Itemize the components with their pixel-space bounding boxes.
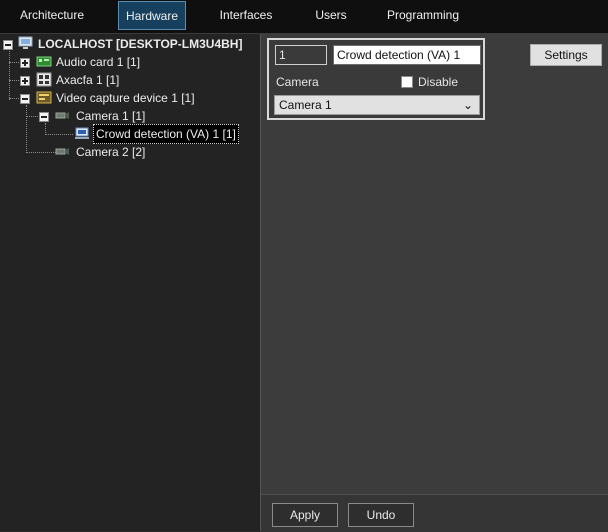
tree-node-label: Camera 2 [2] xyxy=(76,145,146,159)
object-id-field[interactable]: 1 xyxy=(275,45,327,65)
undo-button[interactable]: Undo xyxy=(348,503,414,527)
tree-node-crowd-detection[interactable]: Crowd detection (VA) 1 [1] xyxy=(74,124,254,144)
action-bar: Apply Undo xyxy=(261,494,608,532)
tree-node-camera-2[interactable]: Camera 2 [2] xyxy=(54,143,244,161)
disable-checkbox[interactable] xyxy=(401,76,413,88)
expand-icon[interactable] xyxy=(20,76,30,86)
camera-icon xyxy=(54,144,70,159)
tree-connector xyxy=(26,105,27,153)
tab-architecture[interactable]: Architecture xyxy=(10,1,94,30)
tab-users[interactable]: Users xyxy=(306,1,356,30)
module-icon xyxy=(36,72,52,87)
object-name-field[interactable]: Crowd detection (VA) 1 xyxy=(333,45,481,65)
settings-button[interactable]: Settings xyxy=(530,44,602,66)
tree-connector xyxy=(26,116,40,117)
chevron-down-icon: ⌄ xyxy=(462,98,473,112)
object-settings-box: 1 Crowd detection (VA) 1 Camera Disable … xyxy=(267,38,485,120)
hardware-tree: LOCALHOST [DESKTOP-LM3U4BH] Audio card 1… xyxy=(0,34,261,531)
collapse-icon[interactable] xyxy=(3,40,13,50)
main-tab-bar: Architecture Hardware Interfaces Users P… xyxy=(0,0,608,34)
capture-board-icon xyxy=(36,90,52,105)
collapse-icon[interactable] xyxy=(20,94,30,104)
tree-node-label: Axacfa 1 [1] xyxy=(56,73,120,87)
tree-connector xyxy=(9,49,10,100)
tab-programming[interactable]: Programming xyxy=(384,1,462,30)
expand-icon[interactable] xyxy=(20,58,30,68)
tree-node-axxon[interactable]: Axacfa 1 [1] xyxy=(20,71,250,89)
tree-node-camera-1[interactable]: Camera 1 [1] xyxy=(39,107,249,125)
tree-node-label: Camera 1 [1] xyxy=(76,109,146,123)
disable-label: Disable xyxy=(418,75,459,89)
computer-icon xyxy=(18,36,34,51)
detector-icon xyxy=(74,126,90,141)
properties-panel: 1 Crowd detection (VA) 1 Camera Disable … xyxy=(261,34,608,494)
tree-node-localhost[interactable]: LOCALHOST [DESKTOP-LM3U4BH] xyxy=(3,35,253,53)
tab-hardware[interactable]: Hardware xyxy=(118,1,186,30)
tree-node-label: LOCALHOST [DESKTOP-LM3U4BH] xyxy=(38,37,243,51)
tree-node-label: Audio card 1 [1] xyxy=(56,55,141,69)
apply-button[interactable]: Apply xyxy=(272,503,338,527)
tab-interfaces[interactable]: Interfaces xyxy=(212,1,280,30)
audio-card-icon xyxy=(36,54,52,69)
tree-connector xyxy=(45,134,73,135)
tree-node-label: Video capture device 1 [1] xyxy=(56,91,195,105)
camera-select[interactable]: Camera 1 ⌄ xyxy=(274,95,480,115)
tree-node-video-capture-device[interactable]: Video capture device 1 [1] xyxy=(20,89,250,107)
tree-node-audio-card[interactable]: Audio card 1 [1] xyxy=(20,53,250,71)
collapse-icon[interactable] xyxy=(39,112,49,122)
camera-select-value: Camera 1 xyxy=(279,98,332,112)
camera-label: Camera xyxy=(276,75,319,89)
camera-icon xyxy=(54,108,70,123)
tree-node-label: Crowd detection (VA) 1 [1] xyxy=(93,124,239,144)
tree-connector xyxy=(26,152,56,153)
